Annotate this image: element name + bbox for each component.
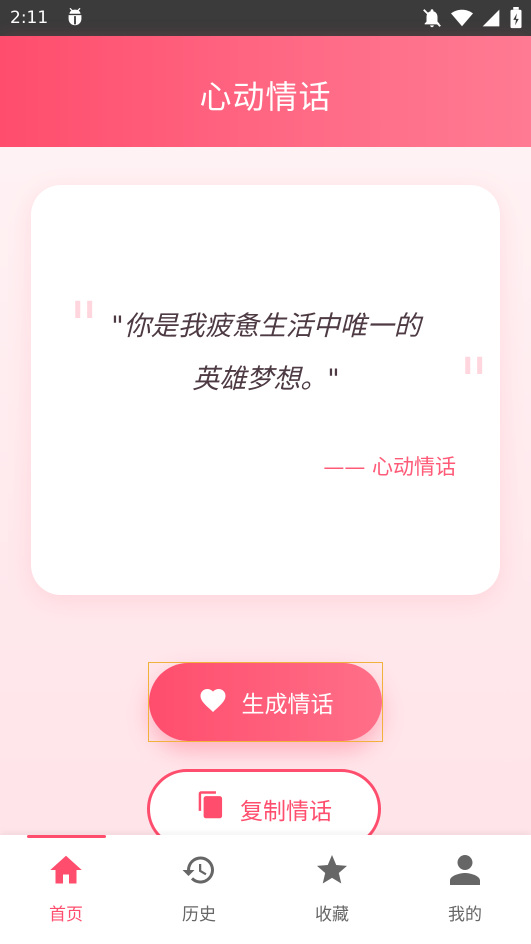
- tab-profile[interactable]: 我的: [399, 835, 531, 944]
- tab-profile-label: 我的: [448, 905, 482, 925]
- quote-close-mark-icon: ": [459, 345, 489, 419]
- quote-text: "你是我疲惫生活中唯一的英雄梦想。": [111, 311, 421, 395]
- tab-history[interactable]: 历史: [133, 835, 265, 944]
- quote-card: " "你是我疲惫生活中唯一的英雄梦想。" " —— 心动情话: [31, 185, 500, 595]
- home-icon: [48, 852, 84, 888]
- copy-button-label: 复制情话: [240, 799, 332, 825]
- signal-icon: [481, 8, 501, 32]
- copy-icon: [196, 790, 226, 828]
- quote-open-mark-icon: ": [69, 289, 99, 363]
- battery-icon: [509, 7, 523, 33]
- bug-icon: [64, 6, 86, 32]
- star-icon: [314, 852, 350, 888]
- tab-favorites[interactable]: 收藏: [266, 835, 398, 944]
- page-title: 心动情话: [199, 78, 332, 116]
- tab-home[interactable]: 首页: [0, 835, 132, 944]
- app-header: 心动情话: [0, 36, 531, 147]
- status-bar: 2:11: [0, 0, 531, 36]
- wifi-icon: [451, 7, 473, 33]
- history-icon: [181, 852, 217, 888]
- status-time: 2:11: [10, 8, 49, 28]
- tab-history-label: 历史: [182, 905, 216, 925]
- copy-button[interactable]: 复制情话: [147, 769, 381, 835]
- main-content: " "你是我疲惫生活中唯一的英雄梦想。" " —— 心动情话 生成情话 复制情话: [0, 147, 531, 835]
- bottom-tab-bar: 首页 历史 收藏 我的: [0, 835, 531, 944]
- tab-home-label: 首页: [49, 905, 83, 925]
- user-icon: [447, 852, 483, 888]
- tab-favorites-label: 收藏: [315, 905, 349, 925]
- mute-icon: [421, 7, 443, 33]
- focus-highlight: [148, 662, 383, 742]
- quote-author: —— 心动情话: [323, 455, 456, 479]
